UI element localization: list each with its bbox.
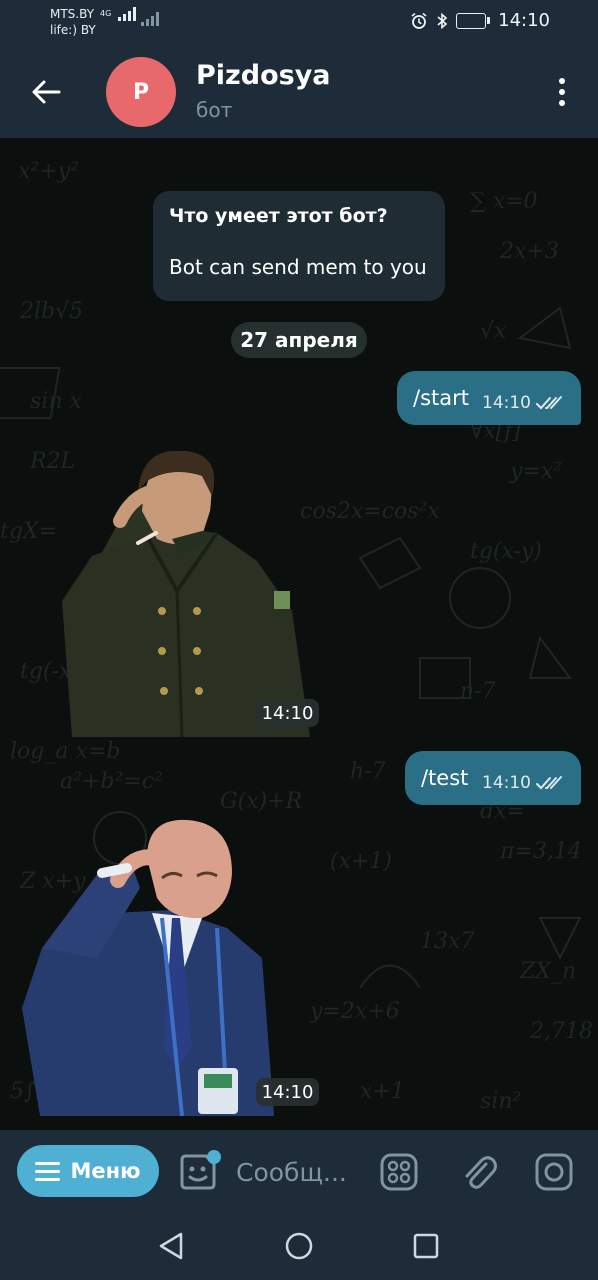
message-text: /start (413, 386, 469, 410)
carrier-1-name: MTS.BY (50, 7, 95, 21)
svg-text:log_a x=b: log_a x=b (10, 739, 120, 764)
svg-text:y=2x+6: y=2x+6 (309, 999, 400, 1024)
svg-text:cos2x=cos²x: cos2x=cos²x (300, 499, 440, 524)
svg-text:2x+3: 2x+3 (499, 239, 559, 264)
svg-text:ZX_n: ZX_n (519, 959, 576, 984)
double-check-icon (536, 776, 562, 790)
grid-icon (380, 1153, 418, 1191)
camera-button[interactable] (532, 1150, 576, 1194)
sticker-image-saluting-coach[interactable] (22, 818, 282, 1116)
bot-info-text: Bot can send mem to you (169, 255, 427, 279)
nav-back-button[interactable] (154, 1229, 188, 1263)
svg-text:x²+y²: x²+y² (18, 159, 79, 184)
svg-text:y=x²: y=x² (509, 459, 562, 484)
bot-info-title: Что умеет этот бот? (169, 205, 388, 227)
svg-text:tg(x-y): tg(x-y) (470, 539, 542, 564)
menu-icon (35, 1161, 61, 1181)
bot-menu-button[interactable]: Меню (17, 1145, 159, 1197)
nav-recents-button[interactable] (409, 1229, 443, 1263)
carrier-2-name: life:) BY (50, 23, 96, 37)
svg-text:2,718: 2,718 (529, 1019, 593, 1044)
camera-icon (535, 1153, 573, 1191)
chat-area[interactable]: x²+y² ∑ x=0 2x+3 2lb√5 √x R2L y=x² tgX= cos2x=… (0, 138, 598, 1130)
svg-text:13x7: 13x7 (420, 929, 474, 954)
svg-text:h-7: h-7 (350, 759, 386, 784)
svg-text:a²+b²=c²: a²+b²=c² (60, 769, 163, 794)
more-vertical-icon (559, 78, 565, 84)
arrow-left-icon (32, 80, 61, 104)
message-time: 14:10 (482, 773, 531, 793)
alarm-icon (411, 12, 427, 29)
message-input[interactable] (236, 1154, 356, 1190)
svg-text:√x: √x (480, 319, 507, 344)
message-input-bar: Меню (0, 1130, 598, 1212)
sticker-time-badge: 14:10 (256, 699, 319, 727)
chat-subtitle: бот (196, 98, 233, 122)
bluetooth-icon (437, 12, 448, 29)
bot-info-card: Что умеет этот бот? Bot can send mem to … (153, 191, 445, 301)
svg-text:2lb√5: 2lb√5 (19, 299, 83, 324)
clock: 14:10 (498, 10, 550, 31)
sticker-time-badge: 14:10 (256, 1078, 319, 1106)
menu-button-label: Меню (70, 1159, 141, 1183)
avatar[interactable]: P (106, 57, 176, 127)
status-icons: 94 14:10 (410, 10, 550, 31)
avatar-letter: P (132, 79, 150, 105)
back-button[interactable] (22, 70, 70, 114)
square-recents-icon (413, 1233, 439, 1259)
triangle-back-icon (159, 1232, 183, 1260)
svg-text:G(x)+R: G(x)+R (220, 789, 302, 814)
paperclip-icon (465, 1156, 497, 1189)
svg-text:tgX=: tgX= (0, 519, 57, 544)
chat-title[interactable]: Pizdosya (196, 60, 331, 91)
date-separator: 27 апреля (231, 322, 367, 358)
outgoing-message[interactable]: /test 14:10 (405, 751, 581, 805)
svg-text:π=3,14: π=3,14 (499, 839, 582, 864)
double-check-icon (536, 396, 562, 410)
bot-commands-button[interactable] (377, 1150, 421, 1194)
signal-2-icon (141, 12, 159, 26)
outgoing-message[interactable]: /start 14:10 (397, 371, 581, 425)
battery-icon: 94 (456, 12, 491, 29)
signal-icon (118, 7, 137, 21)
svg-text:(x+1): (x+1) (330, 849, 392, 874)
status-bar: MTS.BY 4G life:) BY 94 14:10 (0, 0, 598, 46)
emoji-sticker-button[interactable] (176, 1150, 222, 1196)
sticker-image-saluting-man[interactable] (52, 451, 318, 737)
nav-home-button[interactable] (282, 1229, 316, 1263)
attach-button[interactable] (456, 1150, 500, 1194)
svg-text:x+1: x+1 (360, 1079, 405, 1104)
network-type: 4G (100, 9, 112, 18)
message-text: /test (421, 766, 469, 790)
battery-level: 94 (464, 14, 479, 26)
system-nav-bar (0, 1212, 598, 1280)
circle-home-icon (285, 1232, 313, 1260)
new-sticker-dot (207, 1150, 221, 1164)
svg-text:sin²: sin² (480, 1089, 521, 1114)
message-meta: 14:10 (482, 773, 565, 793)
carrier-info: MTS.BY 4G life:) BY (50, 6, 137, 38)
chat-header: P Pizdosya бот (0, 46, 598, 138)
message-time: 14:10 (482, 393, 531, 413)
message-meta: 14:10 (482, 393, 565, 413)
more-options-button[interactable] (550, 72, 574, 112)
svg-text:sin x: sin x (30, 389, 82, 414)
svg-text:n-7: n-7 (460, 679, 496, 704)
svg-text:∑ x=0: ∑ x=0 (470, 189, 538, 214)
